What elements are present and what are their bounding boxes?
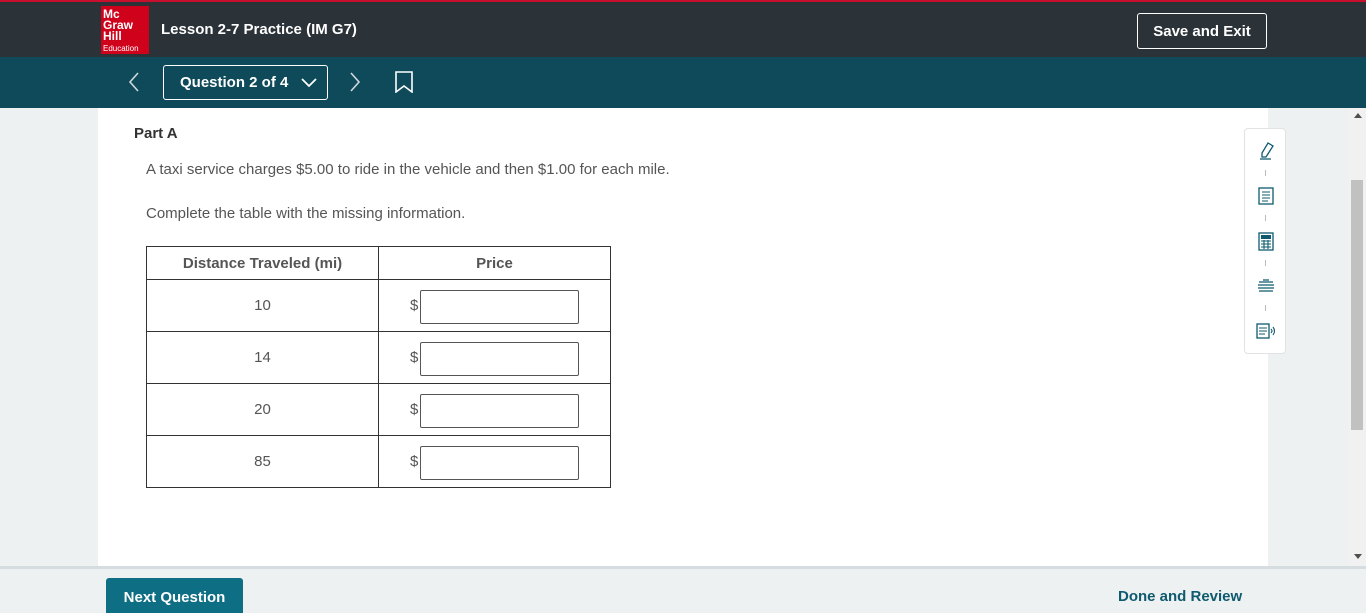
highlighter-icon [1260,142,1274,160]
table-row: 14 $ [146,331,611,384]
calculator-icon [1258,232,1274,251]
table-row: 20 $ [146,383,611,436]
distance-cell: 85 [146,435,379,488]
dollar-sign: $ [410,349,419,366]
column-header-price: Price [378,246,611,280]
lesson-title: Lesson 2-7 Practice (IM G7) [161,21,357,38]
column-header-distance: Distance Traveled (mi) [146,246,379,280]
bookmark-icon [395,71,413,94]
notepad-icon [1258,187,1274,205]
dollar-sign: $ [410,297,419,314]
line-reader-icon [1258,279,1274,292]
chevron-down-icon [301,78,317,88]
text-to-speech-icon [1256,323,1276,339]
scroll-down-arrow[interactable] [1354,554,1362,559]
distance-cell: 10 [146,279,379,332]
price-input[interactable] [420,446,579,480]
price-cell: $ [378,279,611,332]
next-question-arrow[interactable] [344,69,366,95]
scroll-thumb[interactable] [1351,180,1363,430]
question-prompt: A taxi service charges $5.00 to ride in … [146,161,670,178]
price-input[interactable] [420,342,579,376]
page-scrollbar[interactable] [1349,108,1366,566]
distance-cell: 20 [146,383,379,436]
question-dropdown[interactable]: Question 2 of 4 [163,65,328,100]
price-cell: $ [378,435,611,488]
dollar-sign: $ [410,453,419,470]
chevron-right-icon [350,72,361,92]
mcgraw-hill-logo: Mc Graw Hill Education [101,6,149,54]
question-instruction: Complete the table with the missing info… [146,205,466,222]
part-title: Part A [134,125,178,142]
distance-cell: 14 [146,331,379,384]
calculator-tool[interactable] [1255,230,1277,252]
chevron-left-icon [128,72,139,92]
question-content: Part A A taxi service charges $5.00 to r… [98,108,1268,566]
previous-question-button[interactable] [124,69,146,95]
price-cell: $ [378,383,611,436]
next-question-button[interactable]: Next Question [106,578,243,613]
table-row: 10 $ [146,279,611,332]
price-input[interactable] [420,290,579,324]
question-dropdown-label: Question 2 of 4 [180,74,289,91]
notepad-tool[interactable] [1255,185,1277,207]
table-header-row: Distance Traveled (mi) Price [146,246,611,280]
done-and-review-link[interactable]: Done and Review [1118,588,1242,605]
top-header: Mc Graw Hill Education Lesson 2-7 Practi… [0,0,1366,57]
line-reader-tool[interactable] [1255,275,1277,297]
dollar-sign: $ [410,401,419,418]
price-cell: $ [378,331,611,384]
bookmark-button[interactable] [395,71,413,94]
text-to-speech-tool[interactable] [1255,320,1277,342]
highlighter-tool[interactable] [1255,140,1277,162]
table-row: 85 $ [146,435,611,488]
tools-panel [1244,128,1286,354]
question-nav-bar: Question 2 of 4 [0,57,1366,108]
answer-table: Distance Traveled (mi) Price 10 $ 14 $ 2… [146,246,611,488]
footer-bar: Next Question Done and Review [0,566,1366,613]
save-and-exit-button[interactable]: Save and Exit [1137,13,1267,49]
price-input[interactable] [420,394,579,428]
scroll-up-arrow[interactable] [1354,113,1362,118]
